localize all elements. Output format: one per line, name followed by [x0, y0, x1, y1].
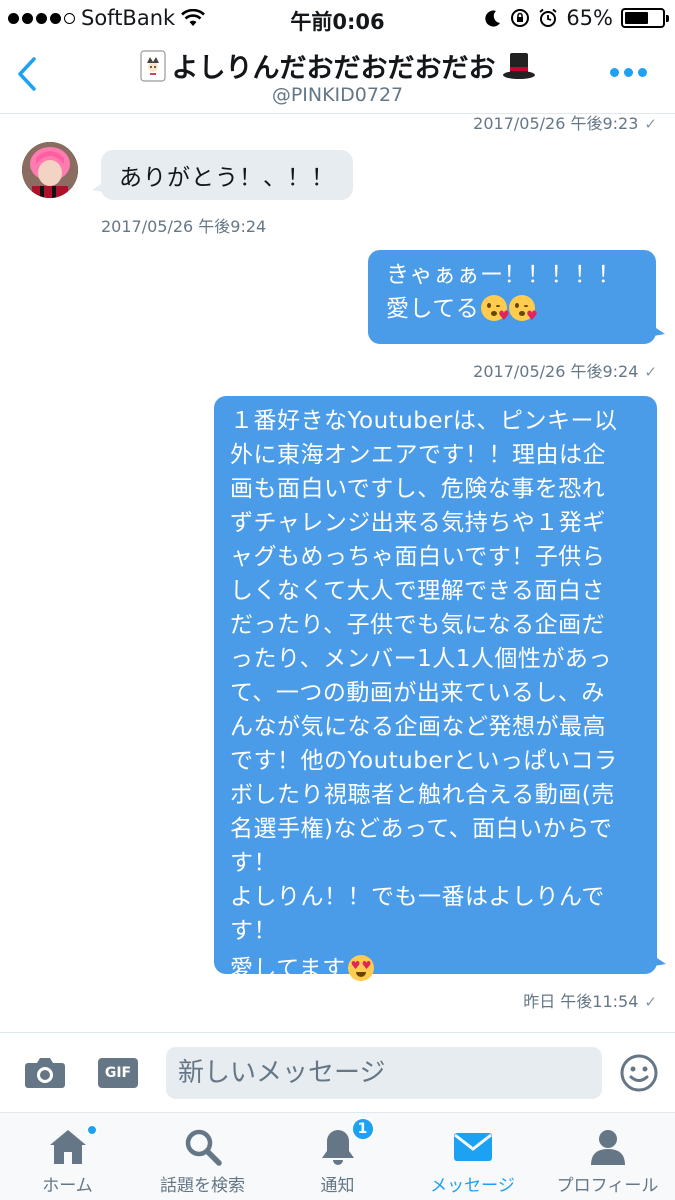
- tab-home[interactable]: ホーム: [0, 1113, 135, 1200]
- profile-photo: [22, 142, 78, 198]
- tab-label: メッセージ: [430, 1176, 515, 1196]
- search-icon: [183, 1127, 223, 1167]
- tab-bar: ホーム 話題を検索 1 通知 メッセージ プロフィール: [0, 1112, 675, 1200]
- message-timestamp: 昨日 午後11:54 ✓: [523, 992, 657, 1011]
- camera-icon: [25, 1058, 65, 1088]
- bell-icon: 1: [319, 1117, 375, 1167]
- moon-icon: [485, 10, 501, 27]
- message-line: す！: [230, 918, 277, 944]
- read-check-icon: ✓: [644, 363, 657, 381]
- tab-profile[interactable]: プロフィール: [540, 1113, 675, 1200]
- more-options-button[interactable]: [610, 68, 647, 77]
- camera-button[interactable]: [24, 1055, 66, 1093]
- top-hat-icon: [502, 52, 535, 79]
- message-line: 画も面白いですし、危険な事を恐れ: [230, 476, 606, 502]
- tab-label: 話題を検索: [160, 1176, 245, 1196]
- notification-badge: 1: [350, 1117, 375, 1141]
- status-bar: SoftBank 午前0:06 65%: [0, 0, 675, 40]
- conversation-header: よしりんだおだおだおだお @PINKID0727: [0, 40, 675, 114]
- tab-label: プロフィール: [556, 1176, 659, 1196]
- message-line: す！: [230, 850, 277, 876]
- home-icon: [47, 1125, 97, 1167]
- conversation-handle: @PINKID0727: [271, 84, 404, 106]
- received-message-bubble[interactable]: ありがとう！、！！: [92, 150, 353, 200]
- read-check-icon: ✓: [644, 115, 657, 133]
- message-line: 愛してる ♥ ♥: [386, 295, 539, 324]
- message-line: ャグもめっちゃ面白いです！子供ら: [230, 544, 606, 570]
- envelope-icon: [453, 1127, 493, 1167]
- message-line: 外に東海オンエアです！！理由は企: [230, 442, 606, 468]
- alarm-icon: [539, 8, 557, 27]
- message-line: ずチャレンジ出来る気持ちや１発ギ: [230, 510, 606, 536]
- person-icon: [589, 1127, 627, 1167]
- message-timestamp: 2017/05/26 午後9:24 ✓: [473, 362, 657, 381]
- message-line: 愛してます ♥ ♥: [230, 955, 374, 982]
- battery-icon: [621, 8, 669, 28]
- tab-notifications[interactable]: 1 通知: [270, 1113, 405, 1200]
- message-line: よしりん！！でも一番はよしりんで: [230, 884, 605, 910]
- sent-message-bubble[interactable]: １番好きなYoutuberは、ピンキー以 外に東海オンエアです！！理由は企 画も…: [214, 396, 666, 982]
- joker-card-icon: [139, 49, 166, 82]
- kissing-heart-emoji-icon: ♥: [509, 295, 538, 323]
- tab-label: ホーム: [42, 1176, 93, 1196]
- sent-message-bubble[interactable]: きゃぁぁー！！！！！ 愛してる ♥ ♥: [368, 250, 665, 344]
- conversation-name: よしりんだおだおだおだお: [171, 53, 496, 84]
- message-line: だったり、子供でも気になる企画だ: [230, 612, 606, 638]
- message-timestamp: 2017/05/26 午後9:24: [101, 217, 267, 236]
- emoji-button[interactable]: [619, 1053, 659, 1097]
- message-composer: GIF: [0, 1032, 675, 1112]
- message-line: 名選手権)などあって、面白いからで: [230, 816, 613, 842]
- kissing-heart-emoji-icon: ♥: [481, 295, 510, 323]
- message-list[interactable]: 2017/05/26 午後9:23 ✓ ありがとう！、！！ 2017/05/26 …: [0, 115, 675, 1032]
- message-input[interactable]: [166, 1047, 602, 1099]
- new-content-dot: [86, 1125, 97, 1135]
- message-line: しくなくて大人で理解できる面白さ: [230, 578, 605, 604]
- message-line: んなが気になる企画など発想が最高: [230, 714, 606, 740]
- message-timestamp: 2017/05/26 午後9:23 ✓: [473, 115, 657, 133]
- message-line: きゃぁぁー！！！！！: [386, 262, 621, 288]
- conversation-title[interactable]: よしりんだおだおだおだお: [0, 46, 675, 85]
- smiley-icon: [620, 1054, 658, 1092]
- battery-percent: 65%: [566, 6, 613, 30]
- rotation-lock-icon: [511, 9, 530, 27]
- tab-messages[interactable]: メッセージ: [405, 1113, 540, 1200]
- tab-label: 通知: [320, 1176, 355, 1196]
- message-line: ったり、メンバー1人1人個性があっ: [230, 646, 612, 672]
- gif-button[interactable]: GIF: [98, 1058, 138, 1088]
- message-line: ボしたり視聴者と触れ合える動画(売: [230, 782, 615, 808]
- message-line: て、一つの動画が出来ているし、み: [230, 680, 605, 706]
- message-line: です！他のYoutuberといっぱいコラ: [230, 748, 618, 774]
- message-line: １番好きなYoutuberは、ピンキー以: [230, 408, 618, 434]
- read-check-icon: ✓: [644, 993, 657, 1011]
- tab-search[interactable]: 話題を検索: [135, 1113, 270, 1200]
- heart-eyes-emoji-icon: ♥ ♥: [347, 955, 374, 981]
- status-indicators: 65%: [484, 6, 669, 30]
- battery-fill: [625, 12, 649, 24]
- avatar[interactable]: [22, 142, 78, 198]
